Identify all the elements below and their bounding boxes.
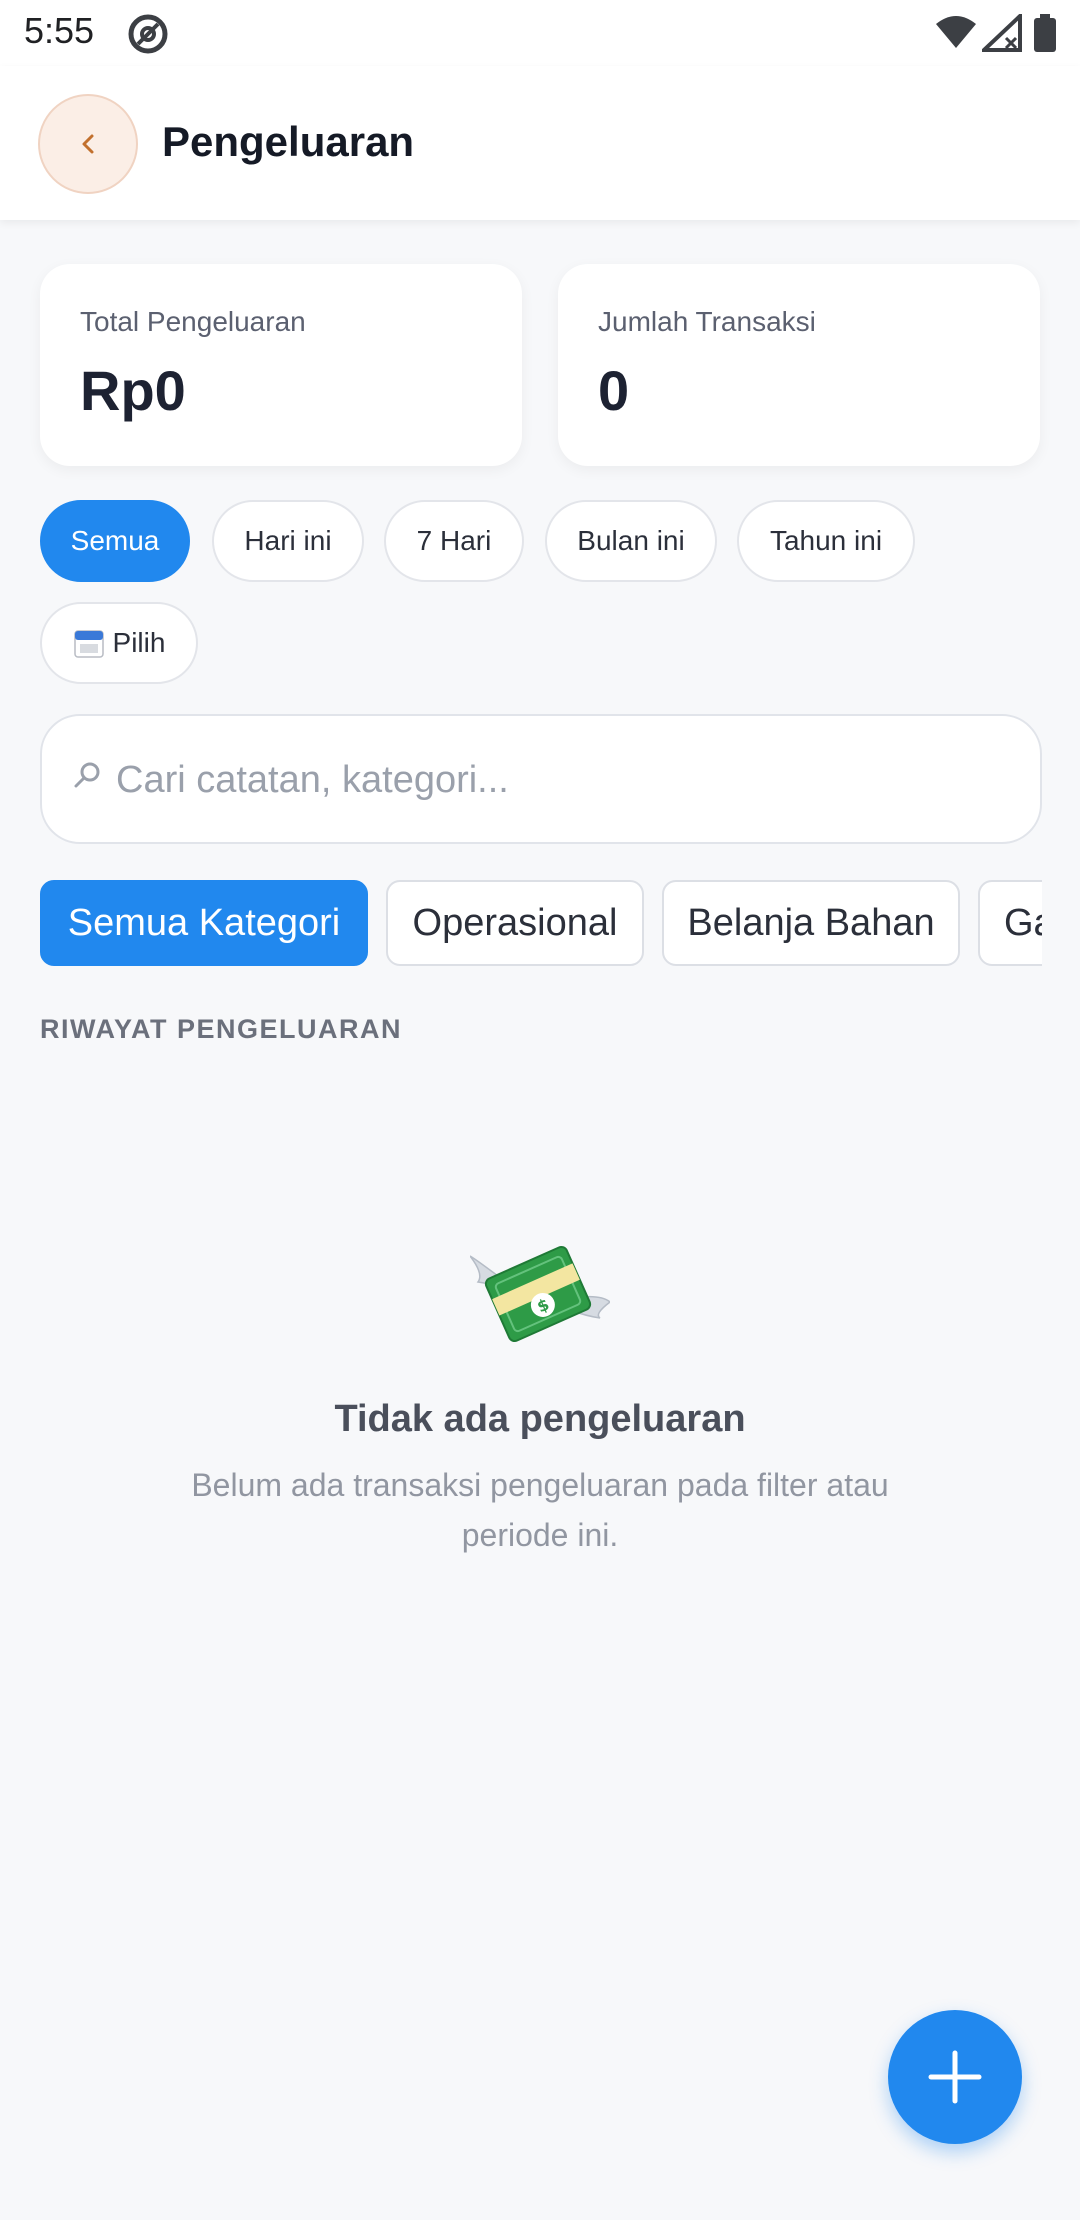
chip-label: Ga	[1004, 901, 1042, 944]
total-expense-card: Total Pengeluaran Rp0	[40, 264, 522, 466]
signal-icon	[982, 14, 1022, 52]
category-filter-materials[interactable]: Belanja Bahan	[662, 880, 960, 966]
wifi-icon	[936, 16, 976, 48]
chip-label: Operasional	[412, 901, 618, 944]
app-header: Pengeluaran	[0, 66, 1080, 220]
category-filter-row[interactable]: Semua Kategori Operasional Belanja Bahan…	[40, 880, 1042, 968]
category-filter-operational[interactable]: Operasional	[386, 880, 644, 966]
money-with-wings-icon: $	[470, 1245, 610, 1343]
search-box	[40, 714, 1042, 844]
total-expense-value: Rp0	[80, 359, 186, 422]
chip-label: Hari ini	[244, 525, 332, 556]
battery-icon	[1034, 14, 1056, 52]
plus-icon	[928, 2050, 982, 2104]
chip-label: Bulan ini	[577, 525, 685, 556]
category-filter-all[interactable]: Semua Kategori	[40, 880, 368, 966]
section-title: RIWAYAT PENGELUARAN	[40, 1014, 403, 1044]
chip-label: Pilih	[112, 627, 166, 658]
calendar-icon	[73, 630, 104, 658]
add-expense-button[interactable]	[888, 2010, 1022, 2144]
page-title: Pengeluaran	[162, 118, 415, 165]
period-filter-custom[interactable]: Pilih	[40, 602, 198, 684]
back-button[interactable]	[38, 94, 138, 194]
transaction-count-label: Jumlah Transaksi	[598, 306, 816, 337]
chip-label: Semua	[70, 525, 160, 556]
chip-label: 7 Hari	[416, 525, 492, 556]
chip-label: Semua Kategori	[67, 901, 341, 944]
search-input[interactable]	[116, 740, 1016, 820]
period-filter-7-days[interactable]: 7 Hari	[384, 500, 524, 582]
total-expense-label: Total Pengeluaran	[80, 306, 306, 337]
period-filter-all[interactable]: Semua	[40, 500, 190, 582]
chevron-left-icon	[82, 134, 94, 154]
transaction-count-card: Jumlah Transaksi 0	[558, 264, 1040, 466]
chip-label: Tahun ini	[769, 525, 883, 556]
period-filter-this-year[interactable]: Tahun ini	[737, 500, 915, 582]
app-notification-icon	[128, 14, 168, 54]
chip-label: Belanja Bahan	[687, 901, 935, 944]
status-time: 5:55	[24, 10, 95, 51]
search-icon	[74, 762, 100, 788]
transaction-count-value: 0	[598, 359, 630, 422]
period-filter-this-month[interactable]: Bulan ini	[545, 500, 717, 582]
period-filter-today[interactable]: Hari ini	[212, 500, 364, 582]
status-bar: 5:55	[0, 0, 1080, 66]
empty-state-title: Tidak ada pengeluaran	[334, 1398, 746, 1440]
empty-state-description: Belum ada transaksi pengeluaran pada fil…	[191, 1467, 889, 1553]
category-filter-more[interactable]: Ga	[978, 880, 1042, 966]
